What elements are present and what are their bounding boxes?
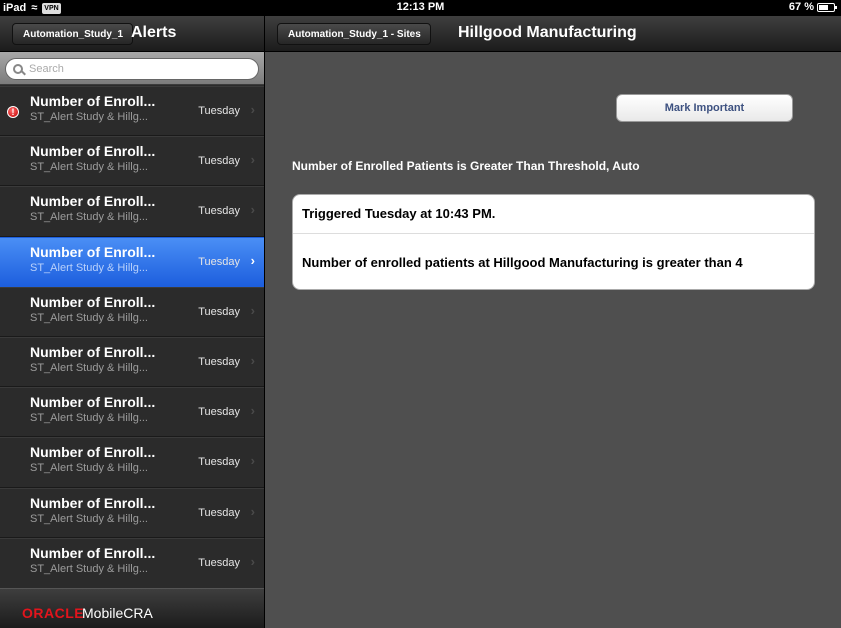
alert-title: Number of Enroll... — [30, 343, 156, 360]
alert-list-item[interactable]: Number of Enroll... ST_Alert Study & Hill… — [0, 286, 264, 337]
alert-date: Tuesday — [198, 255, 240, 268]
alert-title: Number of Enroll... — [30, 544, 156, 561]
alert-list-item[interactable]: Number of Enroll... ST_Alert Study & Hill… — [0, 236, 264, 287]
message-text: Number of enrolled patients at Hillgood … — [302, 255, 743, 270]
alert-title: Number of Enroll... — [30, 444, 156, 461]
master-nav-bar: Automation_Study_1 Alerts — [0, 16, 264, 52]
alert-list-item[interactable]: Number of Enroll... ST_Alert Study & Hill… — [0, 487, 264, 538]
search-icon — [13, 64, 23, 74]
alert-date: Tuesday — [198, 155, 240, 168]
master-pane: Automation_Study_1 Alerts ! Number of Enr… — [0, 16, 264, 628]
alert-title: Number of Enroll... — [30, 93, 156, 109]
alert-subtitle: ST_Alert Study & Hillg... — [30, 111, 148, 123]
alert-list-item[interactable]: Number of Enroll... ST_Alert Study & Hill… — [0, 387, 264, 438]
search-input[interactable] — [29, 63, 229, 75]
triggered-row: Triggered Tuesday at 10:43 PM. — [293, 195, 814, 234]
status-time: 12:13 PM — [396, 1, 445, 13]
chevron-right-icon: › — [250, 302, 255, 318]
detail-pane: Automation_Study_1 - Sites Hillgood Manu… — [265, 16, 841, 628]
alert-subtitle: ST_Alert Study & Hillg... — [30, 161, 148, 174]
alert-date: Tuesday — [198, 305, 240, 318]
alert-date: Tuesday — [198, 205, 240, 218]
back-button-sites[interactable]: Automation_Study_1 - Sites — [277, 23, 431, 45]
master-footer: ORACLE MobileCRA — [0, 588, 264, 628]
alert-subtitle: ST_Alert Study & Hillg... — [30, 311, 148, 324]
alert-list-item[interactable]: Number of Enroll... ST_Alert Study & Hill… — [0, 537, 264, 587]
alert-list: ! Number of Enroll... ST_Alert Study & Hil… — [0, 86, 264, 587]
chevron-right-icon: › — [250, 503, 255, 519]
chevron-right-icon: › — [250, 252, 255, 268]
alert-date: Tuesday — [198, 456, 240, 469]
alert-subtitle: ST_Alert Study & Hillg... — [30, 261, 148, 274]
detail-nav-bar: Automation_Study_1 - Sites Hillgood Manu… — [265, 16, 841, 52]
alert-heading: Number of Enrolled Patients is Greater T… — [292, 159, 640, 173]
alert-date: Tuesday — [198, 556, 240, 569]
alert-subtitle: ST_Alert Study & Hillg... — [30, 412, 148, 425]
alert-subtitle: ST_Alert Study & Hillg... — [30, 462, 148, 475]
battery-fill — [819, 4, 829, 10]
alert-list-item[interactable]: ! Number of Enroll... ST_Alert Study & Hil… — [0, 86, 264, 137]
alert-title: Number of Enroll... — [30, 243, 156, 260]
alert-date: Tuesday — [198, 406, 240, 419]
search-bar — [0, 52, 264, 85]
master-title: Alerts — [131, 24, 177, 41]
alert-title: Number of Enroll... — [30, 193, 156, 210]
alert-subtitle: ST_Alert Study & Hillg... — [30, 562, 148, 575]
alert-title: Number of Enroll... — [30, 143, 156, 160]
alert-date: Tuesday — [198, 506, 240, 519]
alert-list-item[interactable]: Number of Enroll... ST_Alert Study & Hill… — [0, 186, 264, 237]
status-right: 67 % — [788, 1, 837, 13]
app-name: MobileCRA — [82, 605, 153, 621]
detail-title: Hillgood Manufacturing — [458, 24, 637, 41]
alert-subtitle: ST_Alert Study & Hillg... — [30, 361, 148, 374]
chevron-right-icon: › — [250, 152, 255, 168]
alert-detail-card: Triggered Tuesday at 10:43 PM. Number of… — [292, 194, 815, 290]
alert-subtitle: ST_Alert Study & Hillg... — [30, 512, 148, 525]
search-box[interactable] — [5, 58, 259, 80]
chevron-right-icon: › — [250, 453, 255, 469]
alert-date: Tuesday — [198, 355, 240, 368]
status-bar: iPad ≈ VPN 12:13 PM 67 % — [0, 0, 841, 16]
alert-list-item[interactable]: Number of Enroll... ST_Alert Study & Hill… — [0, 336, 264, 388]
back-button-study[interactable]: Automation_Study_1 — [12, 23, 134, 45]
alert-list-item[interactable]: Number of Enroll... ST_Alert Study & Hill… — [0, 437, 264, 488]
alert-list-item[interactable]: Number of Enroll... ST_Alert Study & Hill… — [0, 136, 264, 187]
battery-icon — [817, 2, 837, 12]
battery-percent: 67 % — [788, 1, 814, 13]
chevron-right-icon: › — [250, 102, 255, 117]
message-row: Number of enrolled patients at Hillgood … — [293, 234, 814, 282]
chevron-right-icon: › — [250, 403, 255, 419]
triggered-text: Triggered Tuesday at 10:43 PM. — [302, 206, 496, 221]
alert-title: Number of Enroll... — [30, 494, 156, 511]
chevron-right-icon: › — [250, 352, 255, 368]
mark-important-button[interactable]: Mark Important — [616, 94, 793, 122]
chevron-right-icon: › — [250, 553, 255, 569]
oracle-logo: ORACLE — [22, 605, 85, 621]
chevron-right-icon: › — [250, 202, 255, 218]
alert-date: Tuesday — [198, 105, 240, 117]
alert-title: Number of Enroll... — [30, 394, 156, 411]
alert-exclamation-icon: ! — [7, 106, 19, 118]
alert-subtitle: ST_Alert Study & Hillg... — [30, 211, 148, 224]
alert-title: Number of Enroll... — [30, 293, 156, 310]
